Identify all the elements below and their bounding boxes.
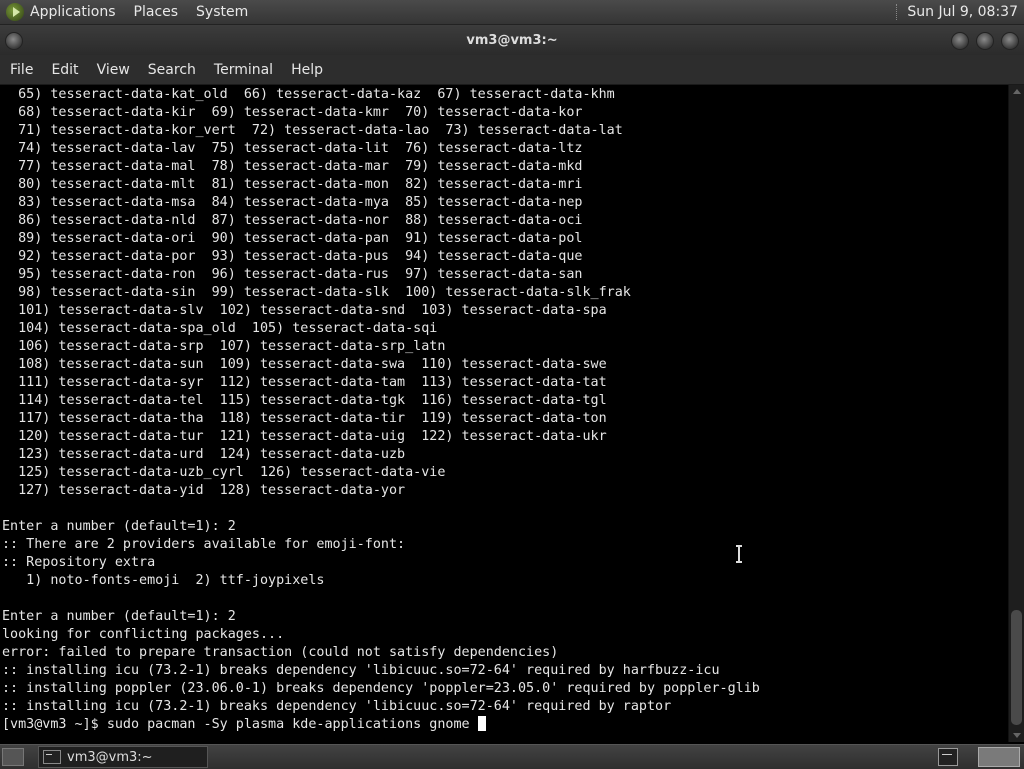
scroll-up-arrow-icon[interactable] [1013, 89, 1021, 94]
top-panel: Applications Places System Sun Jul 9, 08… [0, 0, 1024, 25]
maximize-icon[interactable] [976, 32, 994, 50]
terminal-line: 111) tesseract-data-syr 112) tesseract-d… [2, 375, 607, 390]
terminal-line: 83) tesseract-data-msa 84) tesseract-dat… [2, 195, 583, 210]
minimize-icon[interactable] [951, 32, 969, 50]
window-titlebar[interactable]: vm3@vm3:~ [0, 25, 1024, 55]
terminal-line: 68) tesseract-data-kir 69) tesseract-dat… [2, 105, 583, 120]
terminal-line: 65) tesseract-data-kat_old 66) tesseract… [2, 87, 615, 102]
terminal-line: error: failed to prepare transaction (co… [2, 645, 559, 660]
distro-logo-icon[interactable] [6, 3, 24, 21]
window-title: vm3@vm3:~ [466, 32, 558, 48]
terminal-line: Enter a number (default=1): 2 [2, 519, 236, 534]
scrollbar-thumb[interactable] [1011, 610, 1022, 725]
ibeam-cursor-icon [736, 545, 742, 563]
terminal-line: Enter a number (default=1): 2 [2, 609, 236, 624]
terminal-line: :: There are 2 providers available for e… [2, 537, 406, 552]
menu-help[interactable]: Help [291, 60, 323, 80]
terminal-line: 108) tesseract-data-sun 109) tesseract-d… [2, 357, 607, 372]
terminal-line: 95) tesseract-data-ron 96) tesseract-dat… [2, 267, 583, 282]
menu-search[interactable]: Search [148, 60, 196, 80]
taskbar-item-terminal[interactable]: vm3@vm3:~ [38, 746, 208, 768]
terminal-scrollbar[interactable] [1008, 85, 1024, 742]
terminal-line: 123) tesseract-data-urd 124) tesseract-d… [2, 447, 406, 462]
show-desktop-icon[interactable] [2, 748, 24, 766]
terminal-line: :: installing poppler (23.06.0-1) breaks… [2, 681, 760, 696]
terminal-line: 114) tesseract-data-tel 115) tesseract-d… [2, 393, 607, 408]
menu-places[interactable]: Places [134, 4, 179, 20]
terminal-line: 125) tesseract-data-uzb_cyrl 126) tesser… [2, 465, 446, 480]
menu-system[interactable]: System [196, 4, 248, 20]
terminal-line: 106) tesseract-data-srp 107) tesseract-d… [2, 339, 446, 354]
taskbar-item-label: vm3@vm3:~ [67, 749, 153, 765]
terminal-line: 117) tesseract-data-tha 118) tesseract-d… [2, 411, 607, 426]
terminal-output: 65) tesseract-data-kat_old 66) tesseract… [0, 86, 760, 734]
tray-terminal-icon[interactable] [938, 748, 958, 766]
terminal-line: 74) tesseract-data-lav 75) tesseract-dat… [2, 141, 583, 156]
terminal-icon [43, 750, 61, 764]
command-input[interactable]: sudo pacman -Sy plasma kde-applications … [107, 717, 478, 732]
terminal-line: 89) tesseract-data-ori 90) tesseract-dat… [2, 231, 583, 246]
terminal-line: 104) tesseract-data-spa_old 105) tessera… [2, 321, 438, 336]
terminal-line: 80) tesseract-data-mlt 81) tesseract-dat… [2, 177, 583, 192]
window-menu-icon[interactable] [5, 32, 23, 50]
terminal-line: 101) tesseract-data-slv 102) tesseract-d… [2, 303, 607, 318]
terminal-line: 120) tesseract-data-tur 121) tesseract-d… [2, 429, 607, 444]
menu-file[interactable]: File [10, 60, 33, 80]
menu-applications[interactable]: Applications [30, 4, 116, 20]
shell-prompt: [vm3@vm3 ~]$ [2, 717, 107, 732]
bottom-panel: vm3@vm3:~ [0, 744, 1024, 769]
scroll-down-arrow-icon[interactable] [1013, 733, 1021, 738]
menu-edit[interactable]: Edit [51, 60, 78, 80]
menu-terminal[interactable]: Terminal [214, 60, 273, 80]
terminal-line: 92) tesseract-data-por 93) tesseract-dat… [2, 249, 583, 264]
terminal-line: :: Repository extra [2, 555, 156, 570]
panel-separator [896, 4, 899, 20]
clock[interactable]: Sun Jul 9, 08:37 [907, 4, 1018, 20]
terminal-line: 1) noto-fonts-emoji 2) ttf-joypixels [2, 573, 325, 588]
menu-view[interactable]: View [97, 60, 130, 80]
terminal-line: 127) tesseract-data-yid 128) tesseract-d… [2, 483, 406, 498]
terminal-view[interactable]: 65) tesseract-data-kat_old 66) tesseract… [0, 85, 1008, 742]
terminal-line: 86) tesseract-data-nld 87) tesseract-dat… [2, 213, 583, 228]
terminal-line: :: installing icu (73.2-1) breaks depend… [2, 663, 720, 678]
terminal-line: 98) tesseract-data-sin 99) tesseract-dat… [2, 285, 631, 300]
terminal-line: 77) tesseract-data-mal 78) tesseract-dat… [2, 159, 583, 174]
close-icon[interactable] [1001, 32, 1019, 50]
text-cursor [477, 716, 486, 731]
terminal-line: 71) tesseract-data-kor_vert 72) tesserac… [2, 123, 623, 138]
menubar: File Edit View Search Terminal Help [0, 55, 1024, 85]
terminal-line: looking for conflicting packages... [2, 627, 285, 642]
terminal-line: :: installing icu (73.2-1) breaks depend… [2, 699, 672, 714]
workspace-switcher[interactable] [978, 747, 1020, 767]
